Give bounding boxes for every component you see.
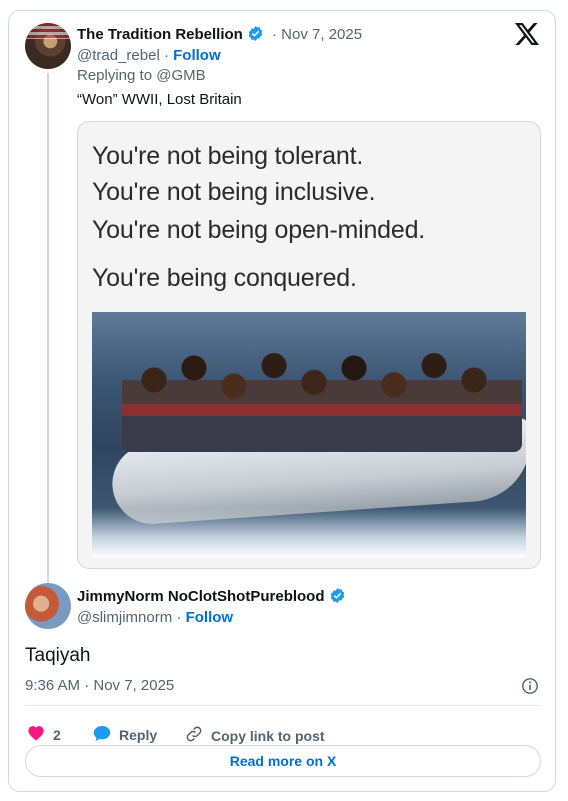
avatar-trad-rebel[interactable]	[25, 23, 71, 69]
meme-text-line-1: You're not being tolerant.	[92, 142, 364, 170]
follow-button[interactable]: Follow	[173, 47, 221, 64]
divider	[25, 705, 541, 706]
like-button[interactable]: 2	[27, 725, 61, 744]
avatar-slimjimnorm[interactable]	[25, 583, 71, 629]
read-more-button[interactable]: Read more on X	[25, 745, 541, 777]
meme-text-line-2: You're not being inclusive.	[92, 178, 376, 206]
reply-bubble-icon	[93, 725, 111, 745]
copy-link-label: Copy link to post	[211, 727, 325, 744]
meme-text-line-4: You're being conquered.	[92, 264, 357, 292]
reply-tweet-text: Taqiyah	[25, 645, 91, 666]
reply-follow-button[interactable]: Follow	[186, 609, 234, 626]
link-icon	[185, 725, 203, 746]
reply-button[interactable]: Reply	[93, 725, 157, 745]
post-date[interactable]: · Nov 7, 2025	[272, 26, 362, 43]
reply-author-name[interactable]: JimmyNorm NoClotShotPureblood	[77, 588, 325, 605]
crowd-of-people	[122, 332, 522, 452]
meme-text-line-3: You're not being open-minded.	[92, 216, 426, 244]
handle-row: @trad_rebel · Follow	[77, 47, 221, 64]
reply-author-header: JimmyNorm NoClotShotPureblood	[77, 587, 346, 608]
reply-author-handle[interactable]: @slimjimnorm	[77, 609, 172, 626]
post-timestamp[interactable]: 9:36 AM · Nov 7, 2025	[25, 677, 174, 694]
parent-tweet-text: “Won” WWII, Lost Britain	[77, 91, 242, 108]
copy-link-button[interactable]: Copy link to post	[185, 725, 325, 746]
verified-badge-icon	[247, 25, 264, 46]
info-icon[interactable]	[521, 677, 539, 700]
author-header: The Tradition Rebellion · Nov 7, 2025	[77, 25, 362, 46]
migrant-boat-photo	[92, 312, 526, 558]
sea-wave	[92, 508, 526, 558]
author-handle[interactable]: @trad_rebel	[77, 47, 160, 64]
reply-label: Reply	[119, 727, 158, 743]
tweet-media-image[interactable]: You're not being tolerant. You're not be…	[77, 121, 541, 569]
author-name[interactable]: The Tradition Rebellion	[77, 26, 243, 43]
heart-icon	[27, 725, 45, 744]
verified-badge-icon	[329, 587, 346, 608]
tweet-embed-card: The Tradition Rebellion · Nov 7, 2025 @t…	[8, 10, 556, 792]
replying-to[interactable]: Replying to @GMB	[77, 67, 206, 84]
reply-handle-row: @slimjimnorm · Follow	[77, 609, 234, 626]
thread-connector-line	[47, 73, 49, 583]
like-count: 2	[53, 726, 61, 743]
x-logo-icon[interactable]	[515, 23, 539, 50]
